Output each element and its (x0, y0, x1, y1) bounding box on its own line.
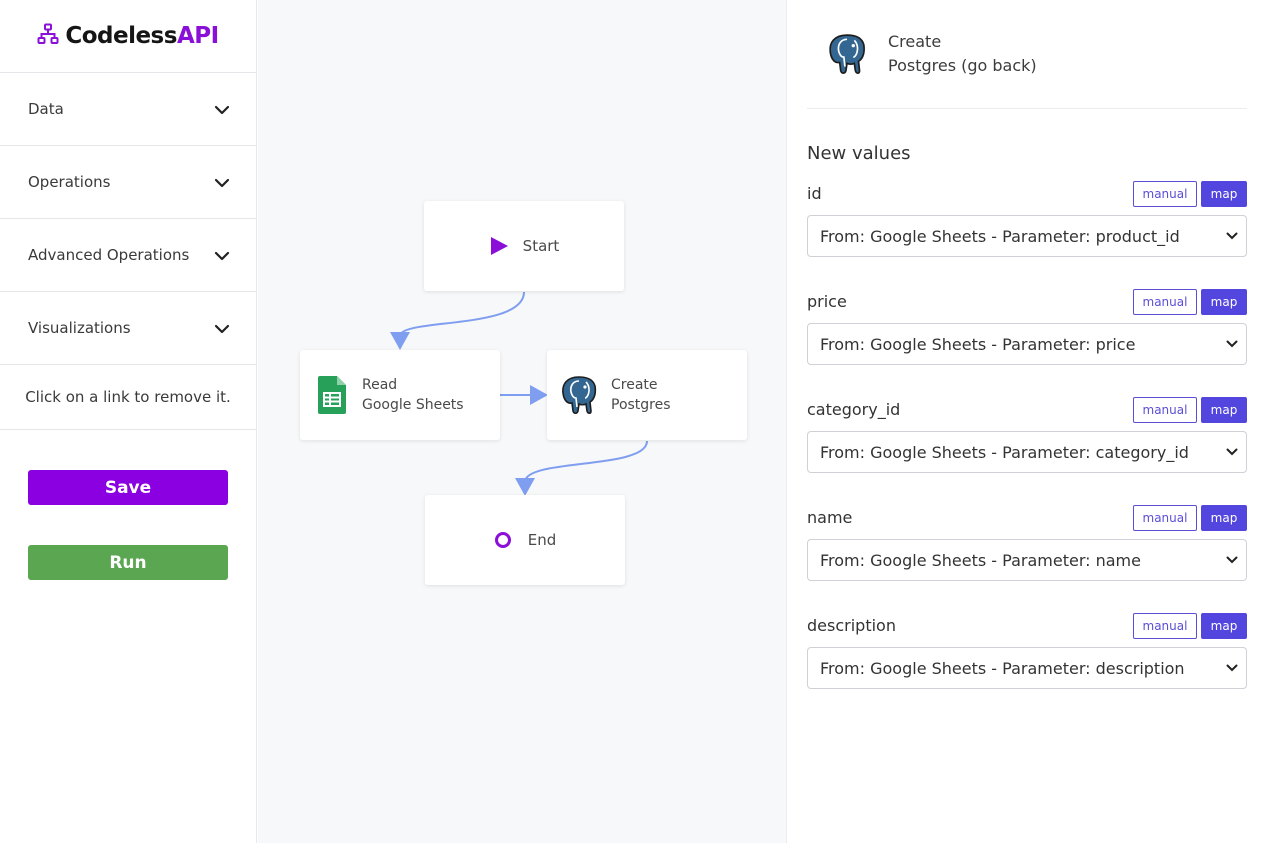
node-settings-panel: Create Postgres (go back) New values id … (788, 0, 1267, 843)
node-end[interactable]: End (425, 495, 625, 585)
select-name[interactable]: From: Google Sheets - Parameter: name (807, 539, 1247, 581)
edge-create-to-end[interactable] (515, 440, 648, 496)
field-label-name: name (807, 508, 853, 527)
sidebar-item-data[interactable]: Data (0, 73, 256, 146)
chevron-down-icon (1226, 664, 1238, 672)
node-end-label: End (527, 531, 557, 549)
chevron-down-icon (214, 319, 230, 338)
edge-read-to-create[interactable] (500, 385, 548, 405)
chevron-down-icon (1226, 340, 1238, 348)
sidebar-item-label: Advanced Operations (28, 246, 190, 264)
map-toggle-price[interactable]: map (1201, 289, 1247, 315)
select-value: From: Google Sheets - Parameter: descrip… (820, 658, 1185, 678)
node-read-label: Read Google Sheets (362, 377, 464, 413)
field-label-price: price (807, 292, 847, 311)
select-value: From: Google Sheets - Parameter: price (820, 334, 1136, 354)
flow-canvas[interactable]: Start Read Google Sheets Create Postgres… (258, 0, 787, 843)
sidebar-item-label: Visualizations (28, 319, 131, 337)
chevron-down-icon (1226, 232, 1238, 240)
manual-toggle-category-id[interactable]: manual (1133, 397, 1197, 423)
field-label-id: id (807, 184, 822, 203)
save-button[interactable]: Save (28, 470, 228, 505)
select-id[interactable]: From: Google Sheets - Parameter: product… (807, 215, 1247, 257)
node-create-label: Create Postgres (611, 377, 671, 413)
chevron-down-icon (214, 100, 230, 119)
sidebar-item-visualizations[interactable]: Visualizations (0, 292, 256, 365)
chevron-down-icon (1226, 448, 1238, 456)
chevron-down-icon (1226, 556, 1238, 564)
google-sheets-icon (318, 376, 346, 414)
remove-link-hint: Click on a link to remove it. (0, 365, 256, 430)
sidebar: CodelessAPI Data Operations Advanced Ope… (0, 0, 257, 843)
map-toggle-description[interactable]: map (1201, 613, 1247, 639)
manual-toggle-price[interactable]: manual (1133, 289, 1197, 315)
map-toggle-id[interactable]: map (1201, 181, 1247, 207)
edge-start-to-read[interactable] (390, 291, 525, 350)
postgres-elephant-icon (559, 374, 599, 416)
sidebar-item-advanced-operations[interactable]: Advanced Operations (0, 219, 256, 292)
node-create-postgres[interactable]: Create Postgres (547, 350, 747, 440)
select-value: From: Google Sheets - Parameter: name (820, 550, 1141, 570)
select-category-id[interactable]: From: Google Sheets - Parameter: categor… (807, 431, 1247, 473)
select-value: From: Google Sheets - Parameter: categor… (820, 442, 1189, 462)
node-read-google-sheets[interactable]: Read Google Sheets (300, 350, 500, 440)
sitemap-icon (37, 23, 59, 49)
play-icon (489, 236, 509, 256)
select-value: From: Google Sheets - Parameter: product… (820, 226, 1180, 246)
panel-header[interactable]: Create Postgres (go back) (807, 0, 1247, 109)
logo[interactable]: CodelessAPI (0, 0, 256, 73)
sidebar-item-operations[interactable]: Operations (0, 146, 256, 219)
go-back-link[interactable]: Postgres (go back) (888, 54, 1037, 78)
map-toggle-name[interactable]: map (1201, 505, 1247, 531)
field-label-description: description (807, 616, 896, 635)
sidebar-item-label: Operations (28, 173, 111, 191)
postgres-elephant-icon (826, 32, 868, 76)
section-title-new-values: New values (807, 143, 911, 164)
chevron-down-icon (214, 173, 230, 192)
map-toggle-category-id[interactable]: map (1201, 397, 1247, 423)
select-price[interactable]: From: Google Sheets - Parameter: price (807, 323, 1247, 365)
circle-icon (494, 531, 512, 549)
logo-text: CodelessAPI (65, 23, 219, 49)
node-start-label: Start (522, 237, 560, 255)
manual-toggle-name[interactable]: manual (1133, 505, 1197, 531)
node-start[interactable]: Start (424, 201, 624, 291)
manual-toggle-id[interactable]: manual (1133, 181, 1197, 207)
run-button[interactable]: Run (28, 545, 228, 580)
panel-title: Create Postgres (go back) (888, 30, 1037, 78)
field-label-category-id: category_id (807, 400, 901, 419)
chevron-down-icon (214, 246, 230, 265)
manual-toggle-description[interactable]: manual (1133, 613, 1197, 639)
sidebar-item-label: Data (28, 100, 64, 118)
select-description[interactable]: From: Google Sheets - Parameter: descrip… (807, 647, 1247, 689)
